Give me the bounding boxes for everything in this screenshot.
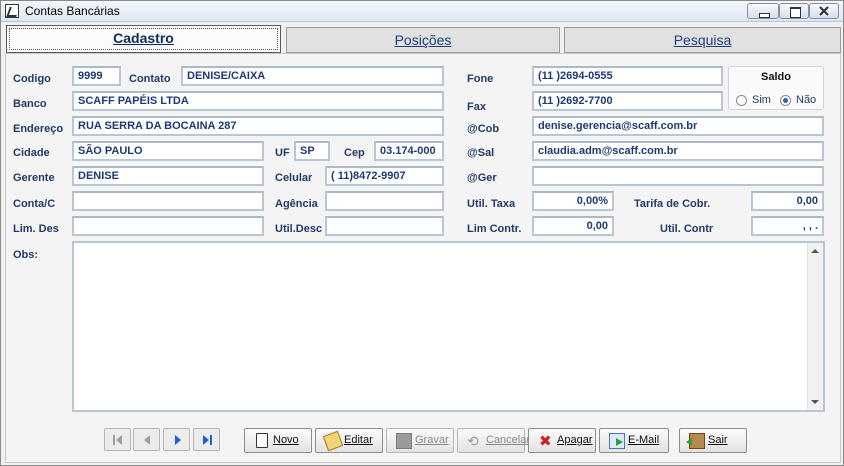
first-record-button[interactable]	[104, 428, 131, 451]
scroll-up-arrow-icon[interactable]	[811, 249, 819, 253]
app-icon	[5, 4, 19, 18]
gerente-field[interactable]: DENISE	[72, 166, 264, 186]
tab-cadastro[interactable]: Cadastro	[6, 25, 281, 53]
previous-record-icon	[134, 429, 159, 450]
gerente-label: Gerente	[13, 172, 55, 184]
util-contr-field[interactable]: , , .	[751, 216, 824, 236]
uf-field[interactable]: SP	[294, 141, 330, 161]
cep-label: Cep	[344, 147, 365, 159]
ger-email-field[interactable]	[532, 166, 824, 186]
ger-email-label: @Ger	[467, 172, 497, 184]
fone-field[interactable]: (11 )2694-0555	[532, 66, 723, 86]
cidade-field[interactable]: SÃO PAULO	[72, 141, 264, 161]
codigo-label: Codigo	[13, 73, 51, 85]
window-title: Contas Bancárias	[25, 4, 120, 18]
uf-label: UF	[275, 147, 290, 159]
endereco-field[interactable]: RUA SERRA DA BOCAINA 287	[72, 116, 444, 136]
util-taxa-label: Util. Taxa	[467, 198, 515, 210]
obs-label: Obs:	[13, 249, 39, 261]
saldo-sim-label: Sim	[752, 94, 771, 106]
fax-label: Fax	[467, 101, 486, 113]
banco-label: Banco	[13, 98, 47, 110]
apagar-button-label: Apagar	[557, 434, 593, 446]
gravar-button-label: Gravar	[415, 434, 449, 446]
cob-email-label: @Cob	[467, 123, 500, 135]
obs-textarea[interactable]	[72, 241, 825, 412]
last-record-icon	[194, 429, 219, 450]
saldo-group: Saldo Sim Não	[728, 66, 824, 110]
lim-contr-label: Lim Contr.	[467, 223, 522, 235]
exit-door-icon	[686, 433, 705, 449]
tab-posicoes[interactable]: Posições	[286, 27, 560, 53]
codigo-field[interactable]: 9999	[72, 66, 121, 86]
sal-email-field[interactable]: claudia.adm@scaff.com.br	[532, 141, 824, 161]
tarifa-cobr-label: Tarifa de Cobr.	[634, 198, 711, 210]
agencia-label: Agência	[275, 198, 318, 210]
delete-x-icon	[538, 430, 554, 453]
endereco-label: Endereço	[13, 123, 64, 135]
novo-button-label: Novo	[273, 434, 299, 446]
tab-strip: Cadastro Posições Pesquisa	[5, 25, 843, 53]
fax-field[interactable]: (11 )2692-7700	[532, 91, 723, 111]
cep-field[interactable]: 03.174-000	[374, 141, 444, 161]
tab-pesquisa[interactable]: Pesquisa	[564, 27, 841, 53]
contato-label: Contato	[129, 73, 171, 85]
saldo-nao-radio[interactable]	[780, 95, 791, 106]
undo-icon	[467, 430, 483, 453]
editar-button[interactable]: Editar	[315, 428, 383, 453]
conta-label: Conta/C	[13, 198, 56, 210]
sair-button[interactable]: Sair	[679, 428, 747, 453]
agencia-field[interactable]	[325, 191, 444, 211]
email-icon	[609, 433, 625, 449]
fone-label: Fone	[467, 73, 494, 85]
email-button[interactable]: E-Mail	[599, 428, 669, 453]
celular-field[interactable]: ( 11)8472-9907	[325, 166, 444, 186]
next-record-icon	[164, 429, 189, 450]
contato-field[interactable]: DENISE/CAIXA	[181, 66, 444, 86]
saldo-sim-radio[interactable]	[736, 95, 747, 106]
last-record-button[interactable]	[193, 428, 220, 451]
conta-field[interactable]	[72, 191, 264, 211]
util-desc-label: Util.Desc	[275, 223, 323, 235]
util-desc-field[interactable]	[325, 216, 444, 236]
util-taxa-field[interactable]: 0,00%	[532, 191, 614, 211]
cancelar-button-label: Cancelar	[486, 434, 531, 446]
email-button-label: E-Mail	[628, 434, 660, 446]
save-disk-icon	[396, 433, 412, 449]
title-bar: Contas Bancárias	[1, 1, 843, 22]
celular-label: Celular	[275, 172, 313, 184]
new-document-icon	[256, 433, 268, 448]
previous-record-button[interactable]	[133, 428, 160, 451]
lim-des-label: Lim. Des	[13, 223, 59, 235]
editar-button-label: Editar	[344, 434, 373, 446]
close-icon	[819, 6, 829, 16]
cob-email-field[interactable]: denise.gerencia@scaff.com.br	[532, 116, 824, 136]
saldo-title: Saldo	[761, 71, 791, 83]
next-record-button[interactable]	[163, 428, 190, 451]
util-contr-label: Util. Contr	[660, 223, 714, 235]
lim-des-field[interactable]	[72, 216, 264, 236]
close-button[interactable]	[809, 3, 839, 19]
cancelar-button[interactable]: Cancelar	[457, 428, 530, 453]
lim-contr-field[interactable]: 0,00	[532, 216, 614, 236]
gravar-button[interactable]: Gravar	[386, 428, 454, 453]
saldo-nao-label: Não	[796, 94, 817, 106]
tarifa-cobr-field[interactable]: 0,00	[751, 191, 824, 211]
obs-scrollbar[interactable]	[807, 243, 823, 410]
novo-button[interactable]: Novo	[244, 428, 312, 453]
cidade-label: Cidade	[13, 147, 50, 159]
edit-pencil-icon	[322, 430, 344, 452]
minimize-button[interactable]	[747, 3, 779, 19]
apagar-button[interactable]: Apagar	[528, 428, 596, 453]
banco-field[interactable]: SCAFF PAPÉIS LTDA	[72, 91, 444, 111]
maximize-button[interactable]	[779, 3, 809, 19]
contas-bancarias-window: Contas Bancárias Cadastro Posições Pesqu…	[0, 0, 844, 466]
sair-button-label: Sair	[708, 434, 728, 446]
sal-email-label: @Sal	[467, 147, 495, 159]
first-record-icon	[105, 429, 130, 450]
scroll-down-arrow-icon[interactable]	[811, 400, 819, 404]
